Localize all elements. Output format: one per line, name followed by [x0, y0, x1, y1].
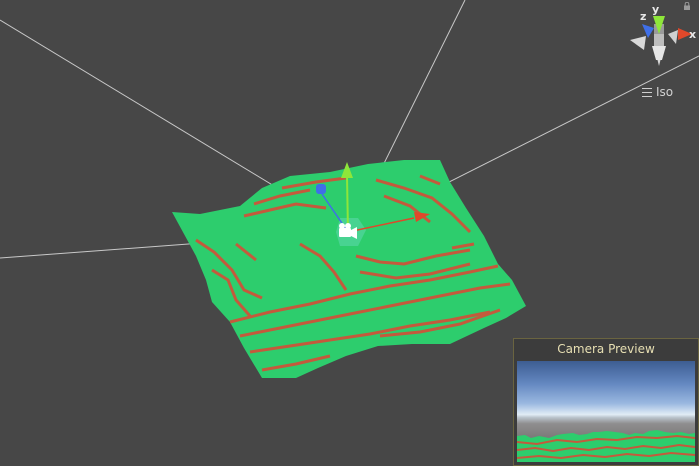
axis-z-arrow[interactable]	[316, 184, 326, 194]
camera-preview-view	[517, 361, 695, 462]
gizmo-negx-cone[interactable]	[630, 36, 646, 50]
gizmo-y-label: y	[652, 3, 660, 16]
projection-toggle[interactable]: Iso	[642, 84, 673, 100]
terrain-surface[interactable]	[172, 160, 526, 378]
orientation-gizmo[interactable]: y x z	[626, 4, 699, 74]
gizmo-z-label: z	[640, 10, 647, 23]
projection-label: Iso	[656, 85, 674, 99]
terrain-mesh[interactable]	[172, 160, 526, 378]
camera-preview-title: Camera Preview	[557, 342, 655, 356]
gizmo-negz-cone[interactable]	[668, 30, 678, 44]
preview-terrain	[517, 430, 695, 462]
gizmo-center-cube[interactable]	[654, 34, 664, 46]
camera-preview-panel[interactable]: Camera Preview	[513, 338, 699, 466]
scene-view[interactable]: y x z Iso Camera Preview	[0, 0, 699, 466]
gizmo-x-label: x	[689, 28, 697, 41]
gizmo-z-cone[interactable]	[642, 24, 654, 38]
menu-icon	[642, 87, 652, 97]
